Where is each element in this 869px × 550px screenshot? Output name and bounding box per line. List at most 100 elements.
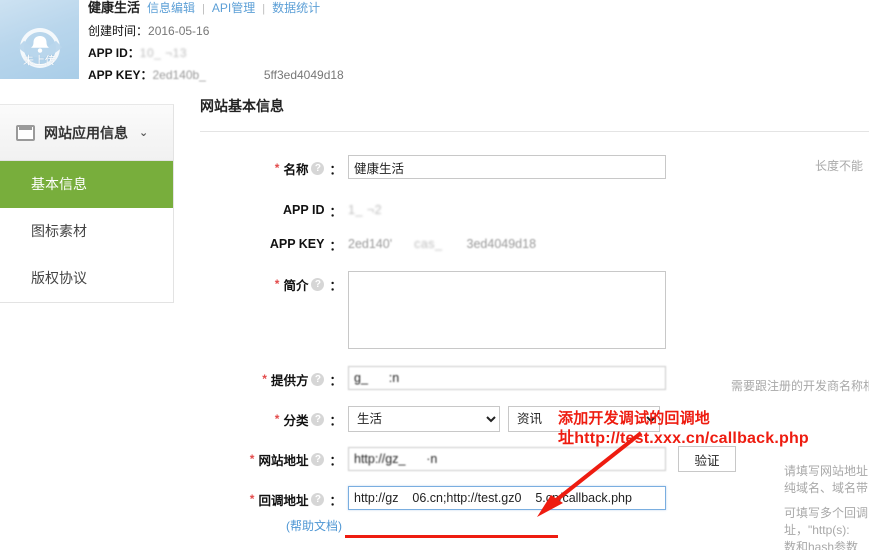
label-callback-url: * 回调地址 ? ： (帮助文档) — [200, 486, 348, 534]
field-row-intro: * 简介 ? ： — [200, 271, 869, 352]
label-text: APP ID — [283, 203, 325, 217]
help-icon[interactable]: ? — [311, 412, 325, 426]
label-app-key: APP KEY ： — [200, 231, 348, 257]
field-app-id: 1_ ¬2 — [348, 197, 382, 223]
category-secondary-select[interactable]: 资讯 — [508, 406, 660, 432]
help-doc-link[interactable]: (帮助文档) — [286, 517, 342, 534]
required-marker: * — [274, 161, 280, 175]
hint-site-url-line2: 纯域名、域名带 — [784, 481, 869, 495]
app-key-label: APP KEY： — [88, 68, 153, 82]
avatar-upload-status: 未上传 — [23, 55, 56, 67]
label-colon: ： — [329, 493, 342, 508]
required-marker: * — [249, 452, 255, 466]
field-row-app-key: APP KEY ： 2ed140' cas_ 3ed4049d18 — [200, 231, 869, 257]
label-category: * 分类 ? ： — [200, 406, 348, 432]
field-app-key: 2ed140' cas_ 3ed4049d18 — [348, 231, 536, 257]
callback-url-input[interactable] — [348, 486, 666, 510]
sidebar-header-label: 网站应用信息 — [44, 124, 128, 141]
created-time-label: 创建时间： — [88, 24, 149, 38]
tab-info-edit[interactable]: 信息编辑 — [147, 0, 195, 16]
label-name: * 名称 ? ： — [200, 155, 348, 181]
chevron-down-icon: ⌄ — [139, 127, 149, 139]
field-row-app-id: APP ID ： 1_ ¬2 — [200, 197, 869, 223]
field-provider — [348, 366, 666, 390]
label-site-url: * 网站地址 ? ： — [200, 446, 348, 472]
field-row-category: * 分类 ? ： 生活 资讯 — [200, 406, 869, 432]
provider-input[interactable] — [348, 366, 666, 390]
window-icon — [16, 124, 35, 141]
app-key-row: APP KEY：2ed140b_ 5ff3ed4049d18 — [88, 67, 344, 83]
required-marker: * — [249, 492, 255, 506]
hint-name: 长度不能 — [815, 159, 864, 173]
label-colon: ： — [329, 278, 342, 293]
panel-divider — [200, 131, 869, 132]
tab-separator-2: | — [262, 3, 266, 15]
field-site-url: 验证 — [348, 446, 736, 472]
label-colon: ： — [329, 238, 342, 253]
label-colon: ： — [329, 162, 342, 177]
label-text: 简介 — [283, 278, 309, 293]
created-time-value: 2016-05-16 — [148, 24, 210, 38]
sidebar-item-copyright[interactable]: 版权协议 — [0, 255, 173, 302]
field-callback-url — [348, 486, 666, 510]
site-url-input[interactable] — [348, 447, 666, 471]
label-colon: ： — [329, 453, 342, 468]
app-key-readonly-b: cas_ — [414, 237, 443, 251]
help-icon[interactable]: ? — [311, 277, 325, 291]
field-row-site-url: * 网站地址 ? ： 验证 — [200, 446, 869, 472]
page-root: 未上传 健康生活 信息编辑 | API管理 | 数据统计 创建时间：2016-0… — [0, 0, 869, 550]
panel-title: 网站基本信息 — [200, 98, 284, 114]
help-icon[interactable]: ? — [311, 161, 325, 175]
app-id-value: 10_ ¬13 — [139, 46, 188, 60]
app-key-readonly-c: 3ed4049d18 — [466, 237, 537, 251]
required-marker: * — [262, 372, 267, 386]
hint-callback-line1: 可填写多个回调 — [784, 506, 869, 520]
created-time-row: 创建时间：2016-05-16 — [88, 23, 344, 39]
field-row-callback-url: * 回调地址 ? ： (帮助文档) — [200, 486, 869, 534]
tab-separator-1: | — [202, 3, 205, 15]
app-title: 健康生活 — [88, 0, 141, 15]
tab-api-manage[interactable]: API管理 — [212, 0, 255, 16]
app-key-value-start: 2ed140b_ — [152, 68, 206, 82]
help-icon[interactable]: ? — [311, 372, 325, 386]
sidebar-list: 基本信息 图标素材 版权协议 — [0, 161, 173, 303]
intro-textarea[interactable] — [348, 271, 666, 349]
field-name — [348, 155, 666, 179]
sidebar-item-label: 版权协议 — [31, 270, 87, 286]
app-avatar[interactable]: 未上传 — [0, 0, 79, 79]
label-intro: * 简介 ? ： — [200, 271, 348, 297]
hint-callback-line3: 数和hash参数 — [784, 540, 859, 550]
label-colon: ： — [329, 413, 342, 428]
hint-callback-line2: 址，"http(s): — [784, 523, 850, 537]
app-key-readonly-a: 2ed140' — [348, 237, 393, 251]
help-icon[interactable]: ? — [311, 452, 325, 466]
sidebar-item-basic-info[interactable]: 基本信息 — [0, 161, 173, 208]
hint-site-url-line1: 请填写网站地址 — [784, 464, 869, 478]
main-content: 网站基本信息 * 名称 ? ： APP ID ： 1_ ¬2 — [200, 96, 869, 534]
sidebar-item-icon-assets[interactable]: 图标素材 — [0, 208, 173, 255]
category-primary-select[interactable]: 生活 — [348, 406, 500, 432]
name-input[interactable] — [348, 155, 666, 179]
field-category: 生活 资讯 — [348, 406, 660, 432]
label-provider: * 提供方 ? ： — [200, 366, 348, 392]
sidebar-header[interactable]: 网站应用信息 ⌄ — [0, 105, 173, 161]
sidebar: 网站应用信息 ⌄ 基本信息 图标素材 版权协议 — [0, 104, 174, 303]
page-header: 未上传 健康生活 信息编辑 | API管理 | 数据统计 创建时间：2016-0… — [0, 0, 869, 84]
header-info: 健康生活 信息编辑 | API管理 | 数据统计 创建时间：2016-05-16… — [88, 0, 344, 83]
app-id-label: APP ID： — [88, 46, 140, 60]
help-icon[interactable]: ? — [311, 492, 325, 506]
label-text: 网站地址 — [258, 453, 309, 468]
app-key-value-end: 5ff3ed4049d18 — [263, 68, 344, 82]
required-marker: * — [274, 412, 280, 426]
field-intro — [348, 271, 666, 352]
verify-button[interactable]: 验证 — [678, 446, 736, 472]
label-text: 名称 — [283, 162, 309, 177]
sidebar-item-label: 基本信息 — [31, 176, 87, 192]
hint-provider: 需要跟注册的开发商名称相 — [731, 379, 869, 393]
annotation-underline — [345, 535, 558, 538]
app-id-row: APP ID：10_ ¬13 — [88, 45, 344, 61]
label-text: APP KEY — [269, 237, 325, 251]
app-title-row: 健康生活 信息编辑 | API管理 | 数据统计 — [88, 0, 344, 17]
field-row-name: * 名称 ? ： — [200, 155, 869, 181]
tab-data-stats[interactable]: 数据统计 — [272, 0, 320, 16]
